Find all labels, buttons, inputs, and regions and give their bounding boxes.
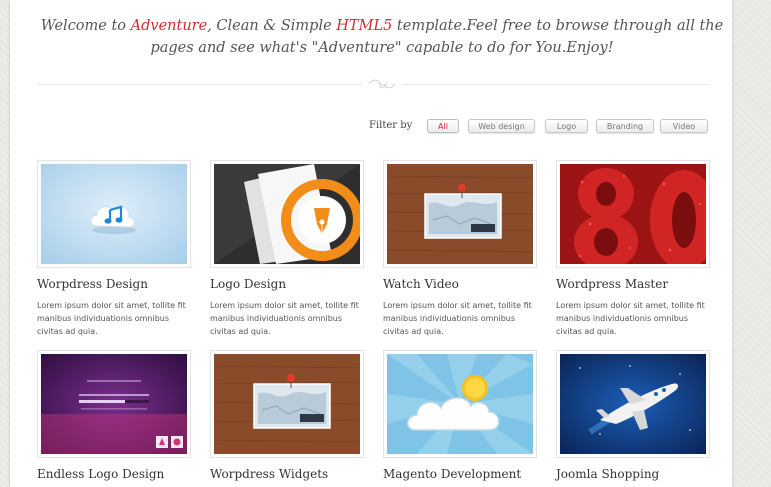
- portfolio-title[interactable]: Joomla Shopping: [556, 467, 726, 481]
- ornament-icon: [368, 79, 396, 89]
- portfolio-thumbnail[interactable]: [210, 160, 364, 268]
- divider-left: [37, 84, 362, 85]
- red-numbers-image: [560, 164, 706, 264]
- portfolio-title[interactable]: Watch Video: [383, 277, 553, 291]
- portfolio-thumbnail[interactable]: [383, 350, 537, 458]
- map-pin-icon: [387, 164, 533, 264]
- portfolio-thumbnail[interactable]: [383, 160, 537, 268]
- filter-all-button[interactable]: All: [427, 119, 459, 133]
- portfolio-thumbnail[interactable]: [556, 160, 710, 268]
- pen-nib-icon: [214, 164, 360, 264]
- portfolio-title[interactable]: Worpdress Widgets: [210, 467, 380, 481]
- portfolio-thumbnail[interactable]: [210, 350, 364, 458]
- portfolio-description: Lorem ipsum dolor sit amet, tollite fit …: [37, 301, 186, 336]
- filter-branding-button[interactable]: Branding: [596, 119, 654, 133]
- portfolio-thumbnail[interactable]: [37, 350, 191, 458]
- filter-logo-button[interactable]: Logo: [545, 119, 588, 133]
- portfolio-title[interactable]: Magento Development: [383, 467, 553, 481]
- brand-name: Adventure: [130, 18, 208, 34]
- portfolio-thumbnail[interactable]: [556, 350, 710, 458]
- portfolio-title[interactable]: Logo Design: [210, 277, 380, 291]
- portfolio-description: Lorem ipsum dolor sit amet, tollite fit …: [210, 301, 359, 336]
- portfolio-description: Lorem ipsum dolor sit amet, tollite fit …: [556, 301, 705, 336]
- divider-right: [402, 84, 708, 85]
- purple-loading-image: [41, 354, 187, 454]
- portfolio-title[interactable]: Wordpress Master: [556, 277, 726, 291]
- welcome-part1: Welcome to: [40, 18, 131, 34]
- portfolio-title[interactable]: Worpdress Design: [37, 277, 207, 291]
- html5-highlight: HTML5: [336, 18, 393, 34]
- portfolio-thumbnail[interactable]: [37, 160, 191, 268]
- airplane-icon: [560, 354, 706, 454]
- welcome-part2: , Clean & Simple: [207, 18, 337, 34]
- filter-label: Filter by: [369, 120, 413, 131]
- portfolio-title[interactable]: Endless Logo Design: [37, 467, 207, 481]
- welcome-text: Welcome to Adventure, Clean & Simple HTM…: [32, 15, 732, 59]
- map-pin-icon: [214, 354, 360, 454]
- filter-web-design-button[interactable]: Web design: [468, 119, 535, 133]
- main-content: Welcome to Adventure, Clean & Simple HTM…: [10, 0, 732, 487]
- portfolio-description: Lorem ipsum dolor sit amet, tollite fit …: [383, 301, 532, 336]
- filter-video-button[interactable]: Video: [660, 119, 708, 133]
- sun-cloud-icon: [387, 354, 533, 454]
- itunes-cloud-icon: [41, 164, 187, 264]
